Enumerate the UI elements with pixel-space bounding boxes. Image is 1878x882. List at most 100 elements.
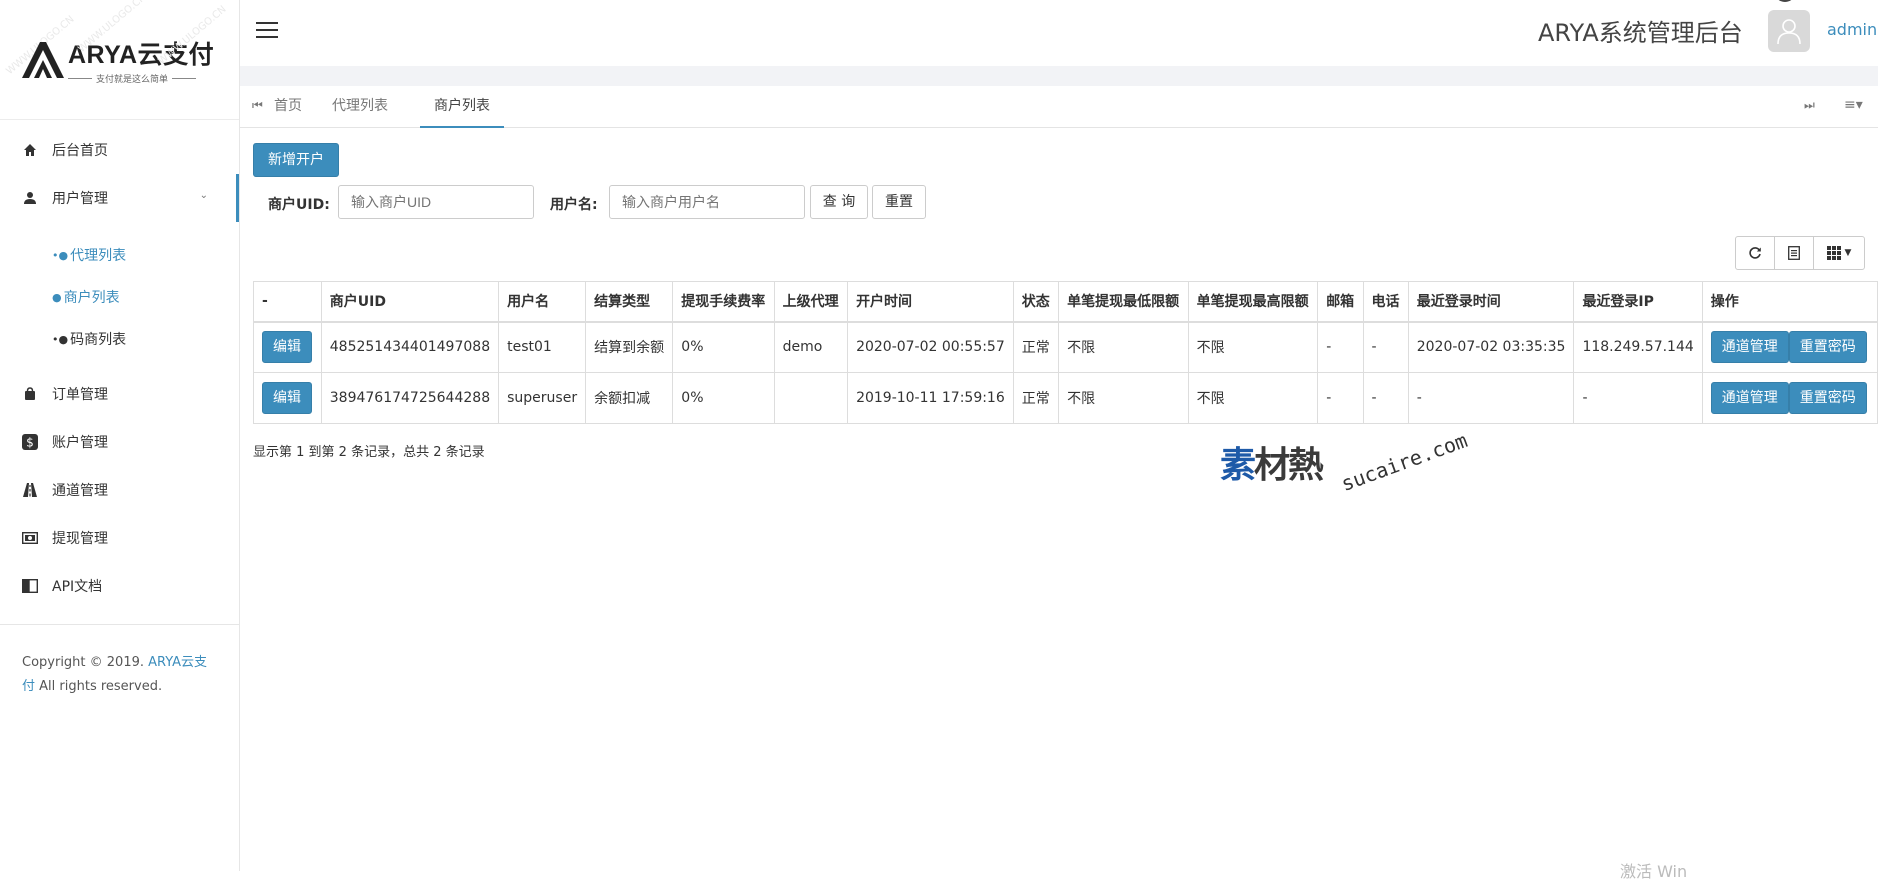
reset-button[interactable]: 重置: [872, 185, 926, 219]
sidebar-item-label: 提现管理: [52, 531, 108, 547]
column-header[interactable]: 提现手续费率: [672, 281, 775, 323]
sidebar-item-label: 订单管理: [52, 387, 108, 403]
cell-parent-agent: demo: [773, 321, 849, 373]
home-icon: [22, 142, 38, 158]
toggle-view-button[interactable]: [1774, 236, 1814, 270]
cell-last-login: -: [1407, 372, 1575, 424]
table-row: 编辑 485251434401497088 test01 结算到余额 0% de…: [253, 321, 1878, 373]
columns-button[interactable]: ▼: [1813, 236, 1865, 270]
username-label: 用户名:: [550, 197, 598, 213]
sidebar-item-user-management[interactable]: 用户管理 ⌄: [0, 174, 239, 222]
tab-merchant-list[interactable]: 商户列表: [420, 86, 504, 128]
uid-label: 商户UID:: [268, 197, 330, 213]
sidebar-subitem-label: 码商列表: [70, 332, 127, 348]
column-header[interactable]: 操作: [1701, 281, 1878, 323]
column-header[interactable]: 最近登录时间: [1407, 281, 1575, 323]
column-header[interactable]: 邮箱: [1317, 281, 1364, 323]
cell-email: -: [1317, 372, 1364, 424]
cell-uid: 389476174725644288: [320, 372, 500, 424]
svg-text:$: $: [26, 436, 34, 450]
merchant-table: - 商户UID 用户名 结算类型 提现手续费率 上级代理 开户时间 状态 单笔提…: [253, 281, 1878, 424]
user-icon: [22, 190, 38, 206]
column-header[interactable]: 单笔提现最高限额: [1187, 281, 1319, 323]
cell-username: superuser: [498, 372, 587, 424]
logo-mark-icon: [22, 41, 64, 78]
avatar[interactable]: [1768, 10, 1810, 52]
column-header[interactable]: 单笔提现最低限额: [1058, 281, 1189, 323]
os-activation-watermark: 激活 Win: [1620, 862, 1688, 881]
column-header[interactable]: 开户时间: [847, 281, 1014, 323]
uid-search-input[interactable]: [338, 185, 534, 219]
cell-settle-type: 余额扣减: [585, 372, 674, 424]
cell-created-time: 2020-07-02 00:55:57: [847, 321, 1014, 373]
logo[interactable]: WWW.ULOGO.CN WWW.ULOGO.CN WWW.ULOGO.CN A…: [0, 0, 239, 120]
user-icon: ●: [52, 290, 62, 304]
sidebar-item-withdrawals[interactable]: 提现管理: [0, 514, 239, 562]
top-header: ARYA系统管理后台 admin: [240, 0, 1878, 66]
channel-management-button[interactable]: 通道管理: [1710, 382, 1789, 414]
cell-uid: 485251434401497088: [320, 321, 500, 373]
tab-agent-list[interactable]: 代理列表: [318, 86, 402, 128]
cell-parent-agent: [773, 372, 849, 424]
refresh-icon: [1749, 247, 1761, 259]
cell-max-limit: 不限: [1187, 321, 1319, 373]
reset-password-button[interactable]: 重置密码: [1788, 331, 1867, 364]
watermark-text-latin: sucaire.com: [1337, 428, 1471, 496]
book-icon: [22, 578, 38, 594]
cell-fee-rate: 0%: [672, 372, 775, 424]
list-view-icon: [1788, 246, 1800, 260]
sidebar-item-accounts[interactable]: $ 账户管理: [0, 418, 239, 466]
column-header[interactable]: 用户名: [498, 281, 587, 323]
column-header[interactable]: -: [253, 281, 322, 323]
decorative-arc: [1774, 0, 1796, 2]
search-button[interactable]: 查 询: [810, 185, 868, 219]
menu-toggle-icon[interactable]: [256, 22, 278, 40]
column-header[interactable]: 最近登录IP: [1573, 281, 1703, 323]
cell-status: 正常: [1012, 321, 1060, 373]
edit-button[interactable]: 编辑: [262, 331, 312, 364]
chevron-down-icon: ⌄: [199, 190, 208, 201]
column-header[interactable]: 上级代理: [773, 281, 849, 323]
tab-scroll-right-icon[interactable]: ⏭: [1804, 98, 1815, 113]
sidebar-subitem-agent-list[interactable]: •● 代理列表: [0, 234, 239, 276]
sidebar-subnav: •● 代理列表 ● 商户列表 •● 码商列表: [0, 222, 239, 370]
sidebar-item-label: 后台首页: [52, 143, 108, 159]
header-divider: [240, 66, 1878, 86]
sidebar-item-orders[interactable]: 订单管理: [0, 370, 239, 418]
add-merchant-button[interactable]: 新增开户: [253, 143, 339, 177]
caret-down-icon: ▼: [1844, 248, 1852, 258]
cell-settle-type: 结算到余额: [585, 321, 674, 373]
user-avatar-icon: [1777, 19, 1801, 45]
tab-home[interactable]: 首页: [260, 86, 316, 128]
column-header[interactable]: 结算类型: [585, 281, 674, 323]
dollar-icon: $: [22, 434, 38, 450]
sidebar-subitem-code-merchant-list[interactable]: •● 码商列表: [0, 318, 239, 360]
cell-email: -: [1317, 321, 1364, 373]
road-icon: [22, 482, 38, 498]
user-plus-icon: •●: [52, 332, 69, 346]
refresh-button[interactable]: [1735, 236, 1775, 270]
sidebar-item-channels[interactable]: 通道管理: [0, 466, 239, 514]
cell-last-ip: -: [1573, 372, 1703, 424]
column-header[interactable]: 电话: [1362, 281, 1409, 323]
cell-fee-rate: 0%: [672, 321, 775, 373]
channel-management-button[interactable]: 通道管理: [1710, 331, 1789, 364]
cell-username: test01: [498, 321, 587, 373]
cell-last-ip: 118.249.57.144: [1573, 321, 1703, 373]
username-search-input[interactable]: [609, 185, 805, 219]
sidebar-item-label: 用户管理: [52, 191, 108, 207]
sidebar-subitem-merchant-list[interactable]: ● 商户列表: [0, 276, 239, 318]
pagination-summary: 显示第 1 到第 2 条记录，总共 2 条记录: [253, 445, 485, 460]
column-header[interactable]: 状态: [1012, 281, 1060, 323]
cell-min-limit: 不限: [1058, 321, 1189, 373]
sidebar-item-api-docs[interactable]: API文档: [0, 562, 239, 610]
tab-options-icon[interactable]: ≡▾: [1844, 97, 1863, 113]
reset-password-button[interactable]: 重置密码: [1788, 382, 1867, 414]
table-header-row: - 商户UID 用户名 结算类型 提现手续费率 上级代理 开户时间 状态 单笔提…: [253, 281, 1878, 323]
cell-max-limit: 不限: [1187, 372, 1319, 424]
edit-button[interactable]: 编辑: [262, 382, 312, 414]
sidebar-nav-rest: 订单管理 $ 账户管理 通道管理 提现管理 API文档: [0, 370, 239, 610]
user-menu[interactable]: admin: [1827, 20, 1877, 39]
column-header[interactable]: 商户UID: [320, 281, 500, 323]
sidebar-item-home[interactable]: 后台首页: [0, 126, 239, 174]
